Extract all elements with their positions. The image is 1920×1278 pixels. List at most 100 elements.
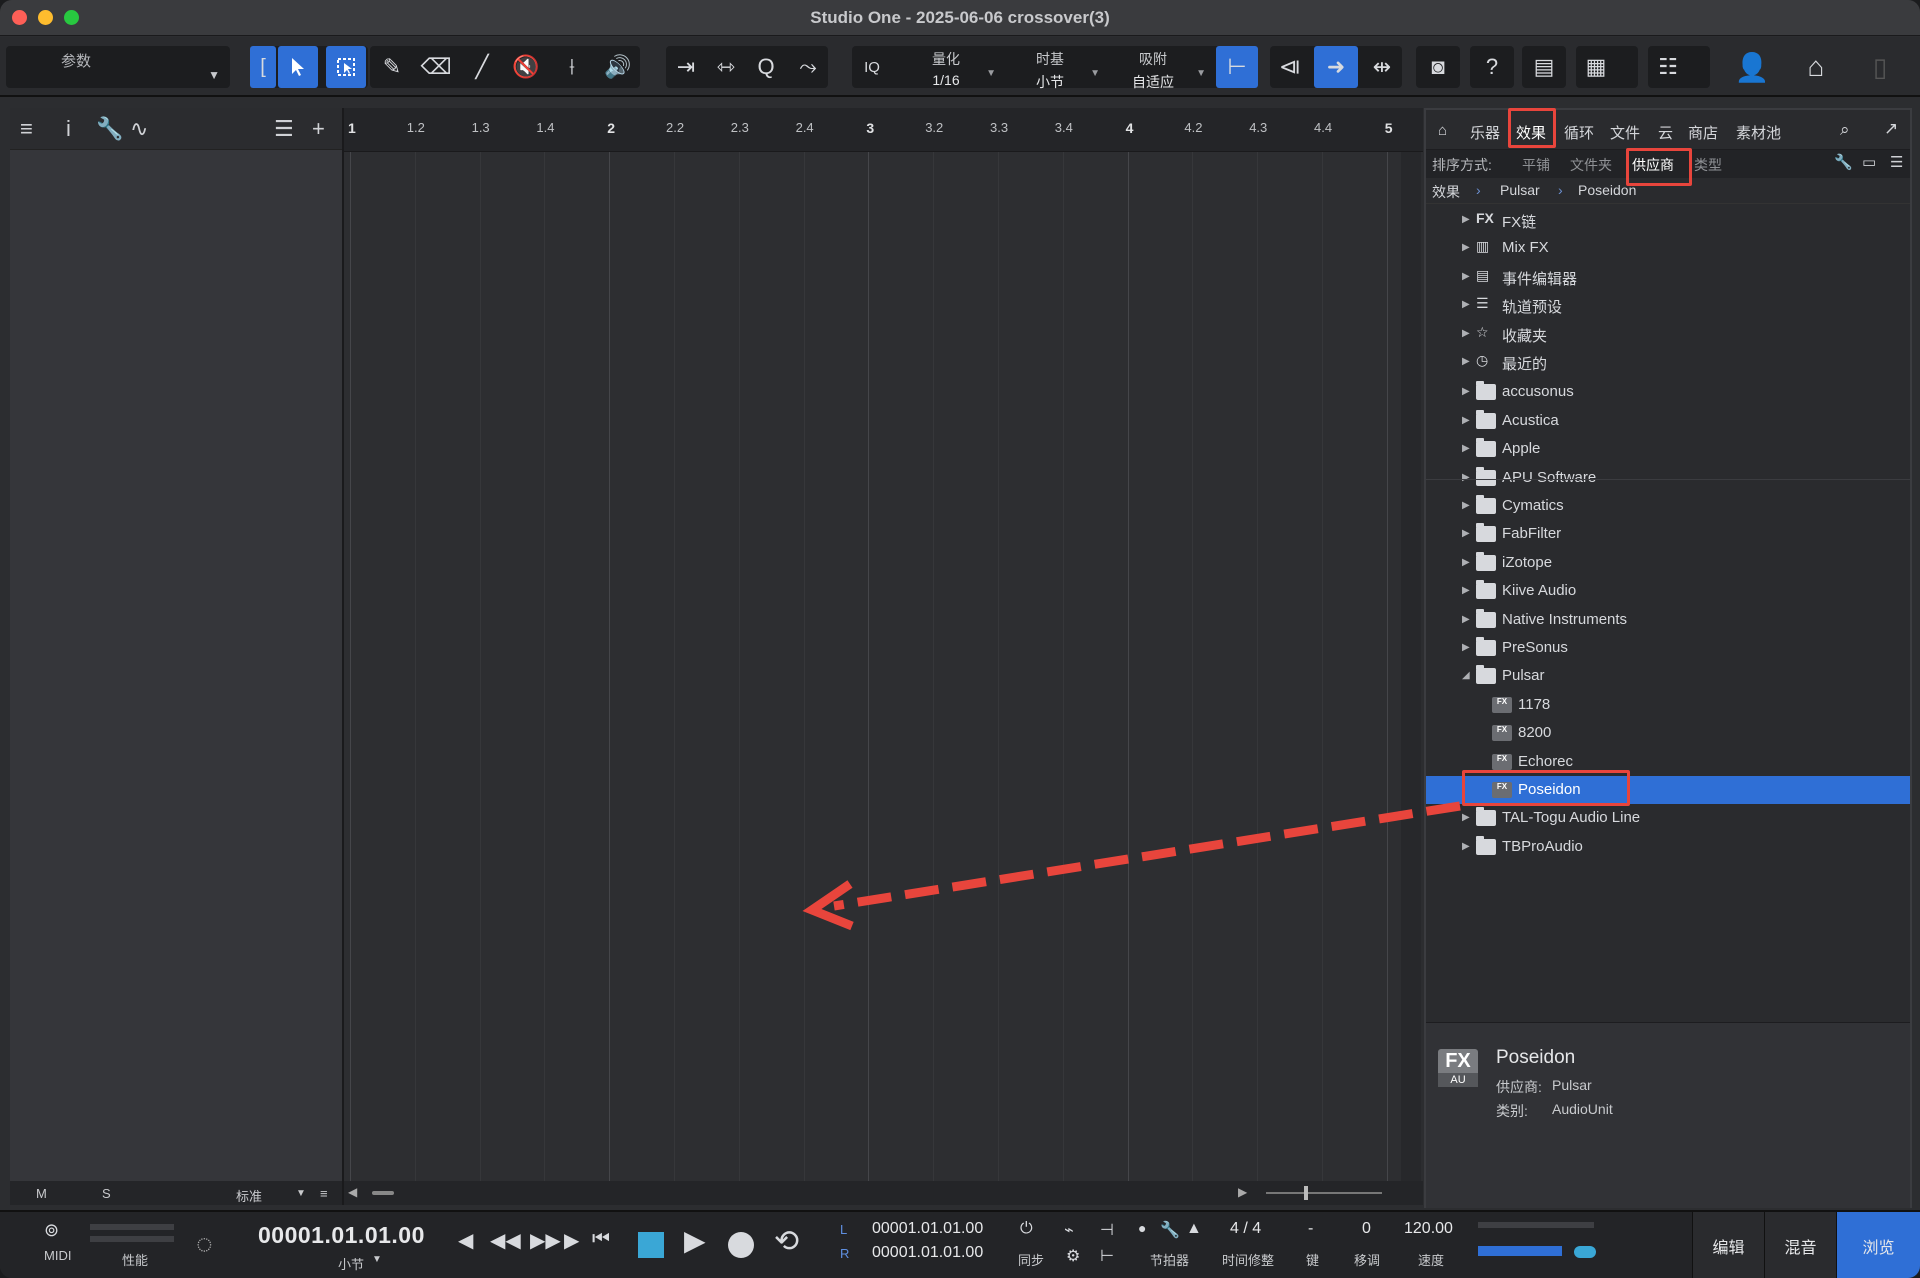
home-button[interactable]: ⌂ xyxy=(1796,46,1836,88)
vendor-folder[interactable]: ▶ iZotope xyxy=(1426,549,1910,577)
sync-icon[interactable]: ⏻ xyxy=(1020,1220,1033,1238)
disclosure-closed-icon[interactable]: ▶ xyxy=(1462,299,1470,310)
settings-gear-icon[interactable]: ⚙ xyxy=(1066,1246,1080,1266)
layout-button[interactable]: ☷ xyxy=(1648,46,1688,88)
range-bracket-icon[interactable]: [ xyxy=(250,46,276,88)
vertical-scrollbar[interactable] xyxy=(1401,152,1421,1182)
scroll-left-icon[interactable]: ◀ xyxy=(348,1185,357,1199)
transpose-value[interactable]: 0 xyxy=(1362,1220,1371,1238)
precount-icon[interactable]: ⌁ xyxy=(1064,1220,1074,1240)
list-view-icon[interactable]: ☰ xyxy=(1890,153,1903,171)
postroll-icon[interactable]: ⊢ xyxy=(1100,1246,1114,1266)
mute-label[interactable]: M xyxy=(36,1186,47,1201)
sort-folder[interactable]: 文件夹 xyxy=(1570,155,1612,175)
scroll-right-icon[interactable]: ▶ xyxy=(1238,1185,1247,1199)
bend-tool-button[interactable]: ⇥ xyxy=(666,46,706,88)
arrow-tool-button[interactable] xyxy=(278,46,318,88)
search-icon[interactable]: ⌕ xyxy=(1840,120,1850,140)
parameter-dropdown[interactable]: 参数 ▼ xyxy=(6,46,230,88)
vendor-folder[interactable]: ▶ TAL-Togu Audio Line xyxy=(1426,804,1910,832)
breadcrumb-effects[interactable]: 效果 xyxy=(1432,182,1460,202)
vendor-folder[interactable]: ◢ Pulsar xyxy=(1426,662,1910,690)
vendor-folder[interactable]: ▶ Apple xyxy=(1426,435,1910,463)
grid-button[interactable]: ▦ xyxy=(1576,46,1616,88)
vendor-folder[interactable]: ▶ Native Instruments xyxy=(1426,606,1910,634)
disclosure-closed-icon[interactable]: ▶ xyxy=(1462,386,1470,397)
pencil-tool-button[interactable]: ✎ xyxy=(372,46,412,88)
loop-end[interactable]: 00001.01.01.00 xyxy=(872,1244,983,1262)
horizontal-scroll-thumb[interactable] xyxy=(372,1191,394,1195)
disclosure-closed-icon[interactable]: ▶ xyxy=(1462,443,1470,454)
sort-type[interactable]: 类型 xyxy=(1694,155,1722,175)
record-button[interactable] xyxy=(728,1232,754,1258)
snap-toggle-button[interactable]: ⊢ xyxy=(1216,46,1258,88)
loop-start[interactable]: 00001.01.01.00 xyxy=(872,1220,983,1238)
iq-button[interactable]: IQ xyxy=(852,46,892,88)
key-value[interactable]: - xyxy=(1308,1220,1313,1238)
arrange-view[interactable]: 1 1.2 1.3 1.4 2 2.2 2.3 2.4 3 3.2 3.3 3.4 4 4.2 4.3 4.4… xyxy=(342,108,1423,1205)
view-mode-label[interactable]: 标准 xyxy=(236,1186,262,1205)
rewind-icon[interactable]: ◀◀ xyxy=(490,1228,521,1253)
home-icon[interactable]: ⌂ xyxy=(1438,122,1447,139)
disclosure-closed-icon[interactable]: ▶ xyxy=(1462,356,1470,367)
vendor-folder[interactable]: ▶ FabFilter xyxy=(1426,520,1910,548)
follow-button[interactable]: ➜ xyxy=(1314,46,1358,88)
disclosure-closed-icon[interactable]: ▶ xyxy=(1462,415,1470,426)
solo-label[interactable]: S xyxy=(102,1186,111,1201)
tree-item[interactable]: ▶ ▤ 事件编辑器 xyxy=(1426,263,1910,291)
tree-item[interactable]: ▶ FX FX链 xyxy=(1426,206,1910,234)
fast-forward-icon[interactable]: ▶▶ xyxy=(530,1228,561,1253)
tab-instruments[interactable]: 乐器 xyxy=(1470,122,1500,143)
disclosure-closed-icon[interactable]: ▶ xyxy=(1462,328,1470,339)
tab-shop[interactable]: 商店 xyxy=(1688,122,1718,143)
tree-item[interactable]: ▶ ◷ 最近的 xyxy=(1426,348,1910,376)
disclosure-closed-icon[interactable]: ▶ xyxy=(1462,841,1470,852)
tree-item[interactable]: ▶ ☰ 轨道预设 xyxy=(1426,291,1910,319)
timebase-dropdown[interactable]: 时基 小节 ▼ xyxy=(1022,46,1100,90)
click-toggle[interactable] xyxy=(1574,1246,1596,1258)
list-icon[interactable]: ≡ xyxy=(20,116,33,142)
tab-cloud[interactable]: 云 xyxy=(1658,122,1673,143)
eraser-tool-button[interactable]: ⌫ xyxy=(416,46,456,88)
plugin-item[interactable]: FX 8200 xyxy=(1426,719,1910,747)
rewind-start-icon[interactable]: ◀ xyxy=(458,1228,473,1253)
metronome-icon[interactable]: ▲ xyxy=(1186,1220,1202,1238)
vendor-folder[interactable]: ▶ Acustica xyxy=(1426,407,1910,435)
window-icon[interactable]: ▭ xyxy=(1862,153,1876,171)
video-button[interactable]: ▤ xyxy=(1524,46,1564,88)
position-display[interactable]: 00001.01.01.00 xyxy=(258,1222,425,1249)
autoscroll-button[interactable]: ⤳ xyxy=(788,46,828,88)
preroll-icon[interactable]: ⊣ xyxy=(1100,1220,1114,1240)
metronome-settings-icon[interactable]: 🔧 xyxy=(1160,1220,1180,1240)
vendor-folder[interactable]: ▶ Cymatics xyxy=(1426,492,1910,520)
tab-loops[interactable]: 循环 xyxy=(1564,122,1594,143)
automation-icon[interactable]: ∿ xyxy=(130,116,148,142)
wrench-icon[interactable]: 🔧 xyxy=(96,116,123,142)
tab-files[interactable]: 文件 xyxy=(1610,122,1640,143)
menu-icon[interactable]: ≡ xyxy=(320,1186,328,1201)
zoom-slider[interactable] xyxy=(1266,1192,1382,1194)
stop-button[interactable] xyxy=(638,1232,664,1258)
forward-end-icon[interactable]: ▶ xyxy=(564,1228,579,1253)
mix-view-button[interactable]: 混音 xyxy=(1764,1212,1836,1278)
tree-item[interactable]: ▶ ☆ 收藏夹 xyxy=(1426,320,1910,348)
zoom-tool-button[interactable]: Q xyxy=(746,46,786,88)
loop-button[interactable]: ⟲ xyxy=(774,1224,799,1259)
tree-item[interactable]: ▶ ▥ Mix FX xyxy=(1426,234,1910,262)
play-button[interactable]: ▶ xyxy=(684,1224,706,1257)
tempo-value[interactable]: 120.00 xyxy=(1404,1220,1453,1238)
help-button[interactable]: ? xyxy=(1472,46,1512,88)
track-list-icon[interactable]: ☰ xyxy=(274,116,294,142)
disclosure-closed-icon[interactable]: ▶ xyxy=(1462,614,1470,625)
split-mode-button[interactable]: ⇹ xyxy=(1362,46,1402,88)
tab-pool[interactable]: 素材池 xyxy=(1736,122,1781,143)
return-to-zero-icon[interactable]: ⏮ xyxy=(592,1228,610,1251)
vendor-folder[interactable]: ▶ APU Software xyxy=(1426,464,1910,492)
add-track-icon[interactable]: + xyxy=(312,116,325,142)
edit-view-button[interactable]: 编辑 xyxy=(1692,1212,1764,1278)
disclosure-closed-icon[interactable]: ▶ xyxy=(1462,528,1470,539)
snap-dropdown[interactable]: 吸附 自适应 ▼ xyxy=(1122,46,1206,90)
split-tool-button[interactable]: ⟊ xyxy=(552,46,592,88)
paint-tool-button[interactable]: ╱ xyxy=(462,46,502,88)
vendor-folder[interactable]: ▶ PreSonus xyxy=(1426,634,1910,662)
